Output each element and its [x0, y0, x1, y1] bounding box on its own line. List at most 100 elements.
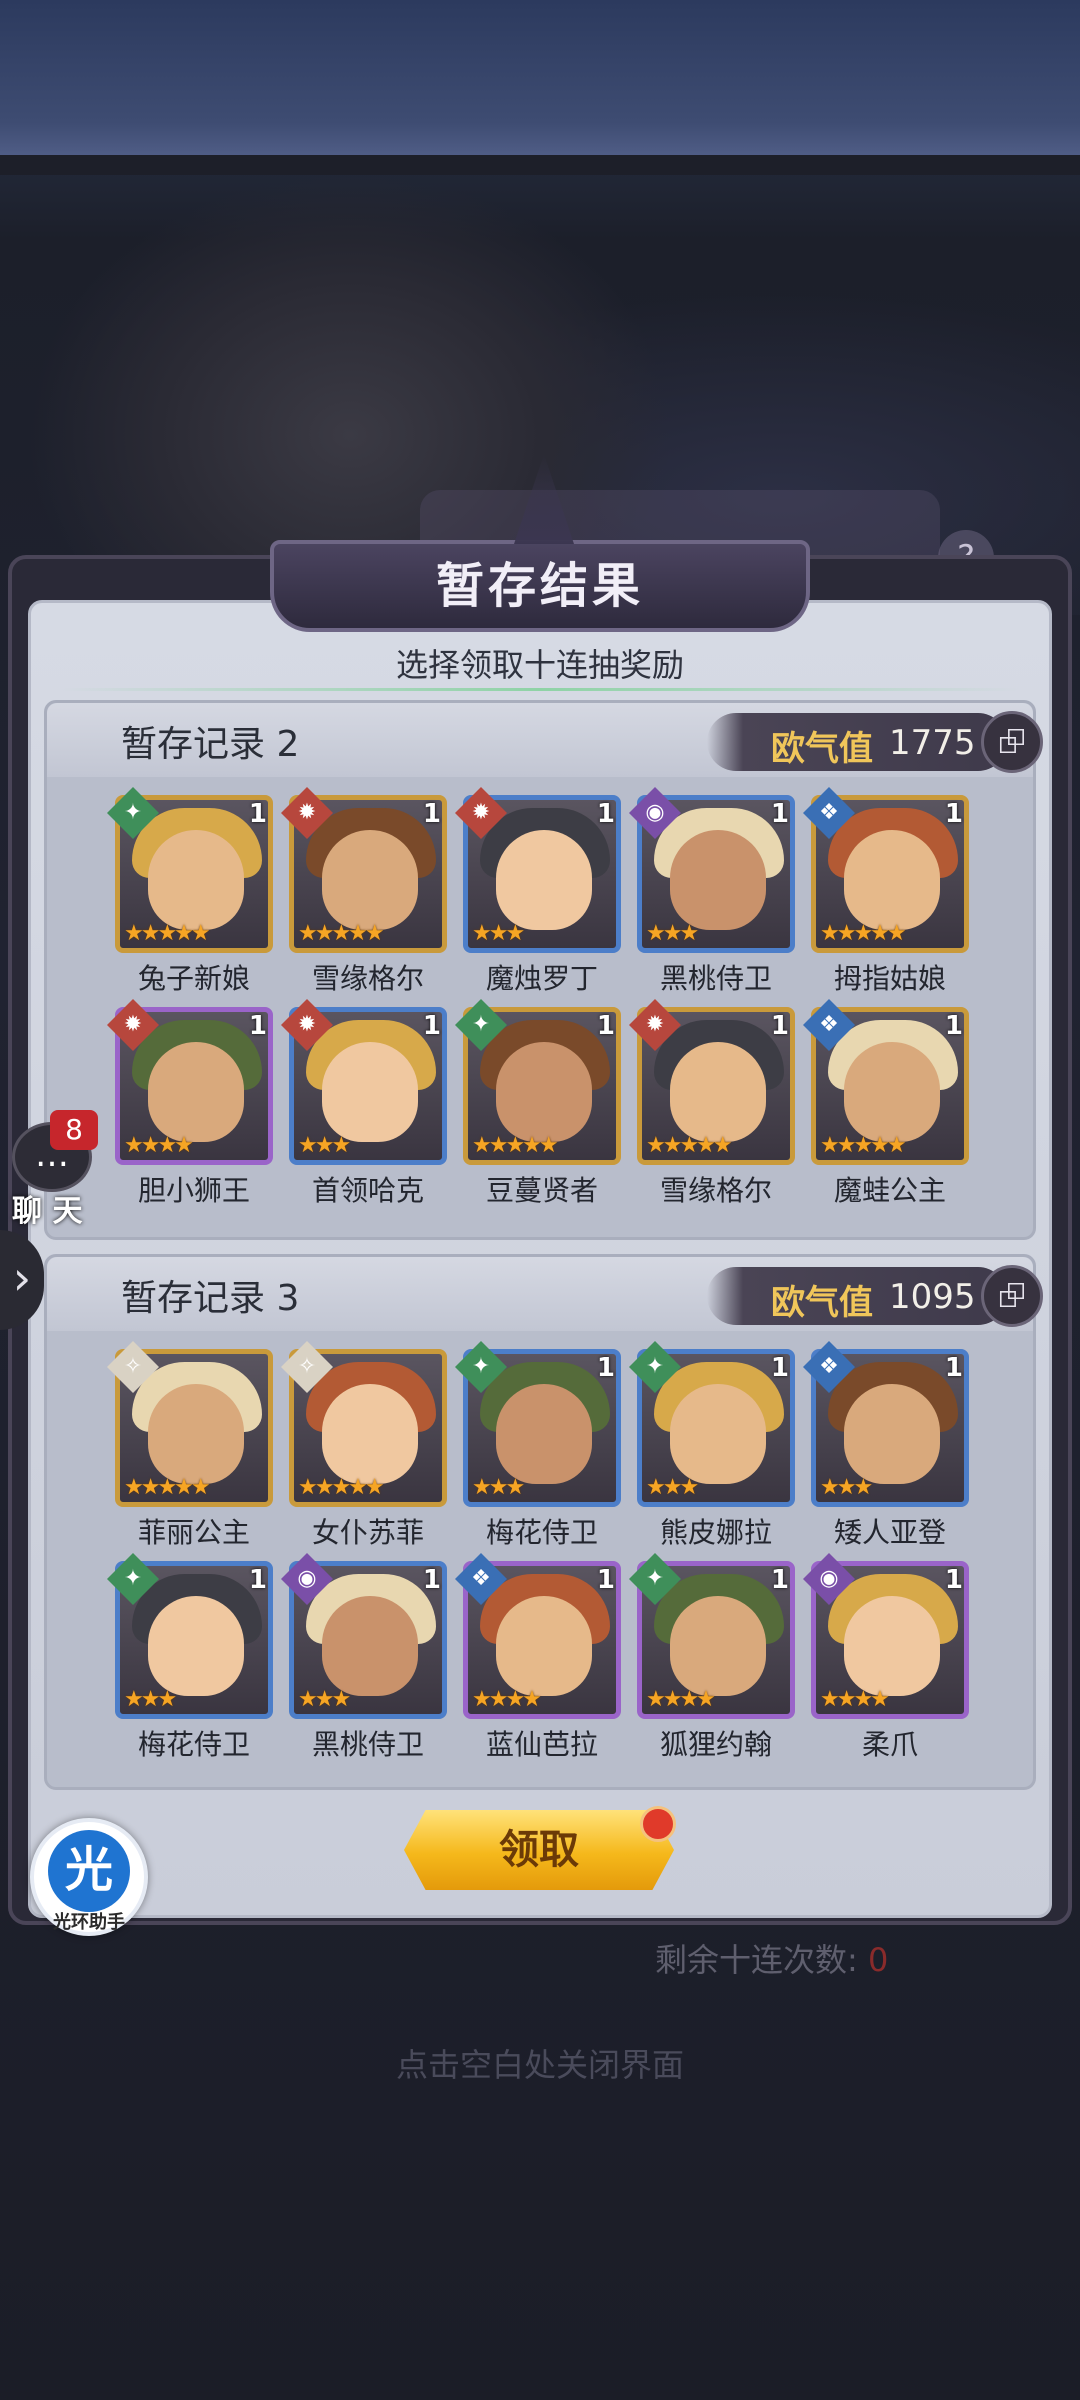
hero-name: 黑桃侍卫: [311, 1728, 424, 1761]
hero-card[interactable]: ★★★★★ ✧ 菲丽公主: [107, 1341, 273, 1549]
hero-face: [670, 1042, 766, 1142]
hero-face: [496, 830, 592, 930]
star-rating: ★★★: [472, 921, 525, 946]
hero-card[interactable]: ★★★★ ◉ 1 柔爪: [803, 1553, 969, 1761]
hero-card[interactable]: ★★★★★ ✹ 1 雪缘格尔: [629, 999, 795, 1207]
luck-badge: 欧气值 1775: [707, 713, 1007, 771]
star-rating: ★★★: [646, 1475, 699, 1500]
share-button[interactable]: ⮺: [981, 711, 1043, 773]
hero-card[interactable]: ★★★ ✦ 1 梅花侍卫: [107, 1553, 273, 1761]
hero-card[interactable]: ★★★ ✹ 1 首领哈克: [281, 999, 447, 1207]
hero-card[interactable]: ★★★★★ ✹ 1 雪缘格尔: [281, 787, 447, 995]
hero-card[interactable]: ★★★ ✦ 1 熊皮娜拉: [629, 1341, 795, 1549]
star-rating: ★★★: [820, 1475, 873, 1500]
hero-card[interactable]: ★★★ ✦ 1 梅花侍卫: [455, 1341, 621, 1549]
hero-face: [148, 1042, 244, 1142]
hero-card[interactable]: ★★★ ✹ 1 魔烛罗丁: [455, 787, 621, 995]
star-rating: ★★★: [646, 921, 699, 946]
star-rating: ★★★★★: [298, 921, 385, 946]
hero-card[interactable]: ★★★ ❖ 1 矮人亚登: [803, 1341, 969, 1549]
hero-level: 1: [596, 1353, 615, 1383]
panel-title-plate: 暂存结果: [270, 454, 810, 632]
hero-level: 1: [770, 1353, 789, 1383]
hero-face: [148, 1596, 244, 1696]
hero-face: [496, 1042, 592, 1142]
record-card[interactable]: 暂存记录 3 欧气值 1095 ⮺ ★★★★★ ✧ 菲丽公主 ★★★★★ ✧ 女仆苏菲 ★★…: [44, 1254, 1043, 1790]
hero-level: 1: [596, 1011, 615, 1041]
hero-name: 豆蔓贤者: [485, 1174, 598, 1207]
star-rating: ★★★: [298, 1133, 351, 1158]
star-rating: ★★★★★: [646, 1133, 733, 1158]
hero-card[interactable]: ★★★★ ✹ 1 胆小狮王: [107, 999, 273, 1207]
hero-face: [322, 1596, 418, 1696]
hero-level: 1: [422, 1011, 441, 1041]
hero-level: 1: [248, 799, 267, 829]
star-rating: ★★★★★: [298, 1475, 385, 1500]
hero-face: [322, 1042, 418, 1142]
hero-level: 1: [422, 799, 441, 829]
record-header: 暂存记录 3 欧气值 1095 ⮺: [47, 1257, 1043, 1331]
record-card[interactable]: 暂存记录 2 欧气值 1775 ⮺ ★★★★★ ✦ 1 兔子新娘 ★★★★★ ✹ 1 雪缘格尔…: [44, 700, 1043, 1240]
chat-button[interactable]: … 8 聊 天: [4, 1110, 98, 1229]
star-rating: ★★★★: [124, 1133, 194, 1158]
star-rating: ★★★★★: [124, 1475, 211, 1500]
hero-name: 菲丽公主: [137, 1516, 250, 1549]
hero-level: 1: [944, 799, 963, 829]
hero-face: [670, 830, 766, 930]
remaining-draws: 剩余十连次数: 0: [655, 1935, 888, 1981]
star-rating: ★★★: [298, 1687, 351, 1712]
hero-name: 狐狸约翰: [659, 1728, 772, 1761]
hero-card[interactable]: ★★★★★ ✦ 1 兔子新娘: [107, 787, 273, 995]
luck-label: 欧气值: [771, 729, 873, 769]
hero-name: 蓝仙芭拉: [485, 1728, 598, 1761]
halo-assistant-icon: 光: [48, 1830, 130, 1912]
hero-face: [322, 830, 418, 930]
hero-card[interactable]: ★★★ ◉ 1 黑桃侍卫: [281, 1553, 447, 1761]
hero-name: 首领哈克: [311, 1174, 424, 1207]
hero-card[interactable]: ★★★★★ ✦ 1 豆蔓贤者: [455, 999, 621, 1207]
share-button[interactable]: ⮺: [981, 1265, 1043, 1327]
hero-card[interactable]: ★★★ ◉ 1 黑桃侍卫: [629, 787, 795, 995]
remaining-label: 剩余十连次数:: [655, 1941, 858, 1979]
hero-name: 黑桃侍卫: [659, 962, 772, 995]
subtitle-divider: [60, 688, 1020, 691]
hero-name: 梅花侍卫: [485, 1516, 598, 1549]
claim-button[interactable]: 领取: [404, 1810, 674, 1890]
close-hint[interactable]: 点击空白处关闭界面: [0, 2040, 1080, 2086]
hero-name: 魔蛙公主: [833, 1174, 946, 1207]
luck-value: 1775: [889, 723, 976, 763]
chat-unread-badge: 8: [50, 1110, 98, 1150]
panel-subtitle: 选择领取十连抽奖励: [395, 646, 684, 684]
hero-level: 1: [944, 1011, 963, 1041]
luck-label: 欧气值: [771, 1283, 873, 1323]
star-rating: ★★★★★: [124, 921, 211, 946]
star-rating: ★★★★★: [820, 1133, 907, 1158]
hero-face: [496, 1596, 592, 1696]
hero-card[interactable]: ★★★★★ ✧ 女仆苏菲: [281, 1341, 447, 1549]
hero-face: [844, 1042, 940, 1142]
hero-face: [496, 1384, 592, 1484]
hero-card[interactable]: ★★★★ ❖ 1 蓝仙芭拉: [455, 1553, 621, 1761]
record-header: 暂存记录 2 欧气值 1775 ⮺: [47, 703, 1043, 777]
hero-card[interactable]: ★★★★ ✦ 1 狐狸约翰: [629, 1553, 795, 1761]
hero-level: 1: [944, 1353, 963, 1383]
hero-level: 1: [248, 1565, 267, 1595]
panel-title: 暂存结果: [435, 558, 644, 614]
hero-name: 柔爪: [861, 1728, 918, 1761]
hero-face: [844, 1384, 940, 1484]
halo-assistant-button[interactable]: 光 光环助手: [30, 1818, 148, 1936]
hero-face: [844, 830, 940, 930]
hero-level: 1: [770, 1011, 789, 1041]
chat-label: 聊 天: [12, 1194, 83, 1229]
hero-face: [670, 1384, 766, 1484]
hero-card[interactable]: ★★★★★ ❖ 1 魔蛙公主: [803, 999, 969, 1207]
chevron-right-icon: ›: [12, 1251, 32, 1305]
hero-level: 1: [422, 1565, 441, 1595]
notification-dot: [640, 1806, 676, 1842]
hero-name: 胆小狮王: [137, 1174, 250, 1207]
star-rating: ★★★★: [646, 1687, 716, 1712]
star-rating: ★★★★: [472, 1687, 542, 1712]
hero-card[interactable]: ★★★★★ ❖ 1 拇指姑娘: [803, 787, 969, 995]
hero-grid: ★★★★★ ✦ 1 兔子新娘 ★★★★★ ✹ 1 雪缘格尔 ★★★ ✹ 1 魔烛罗丁 ★★★ ◉ 1 黑桃侍卫…: [107, 787, 969, 1207]
record-title: 暂存记录 2: [121, 724, 300, 765]
